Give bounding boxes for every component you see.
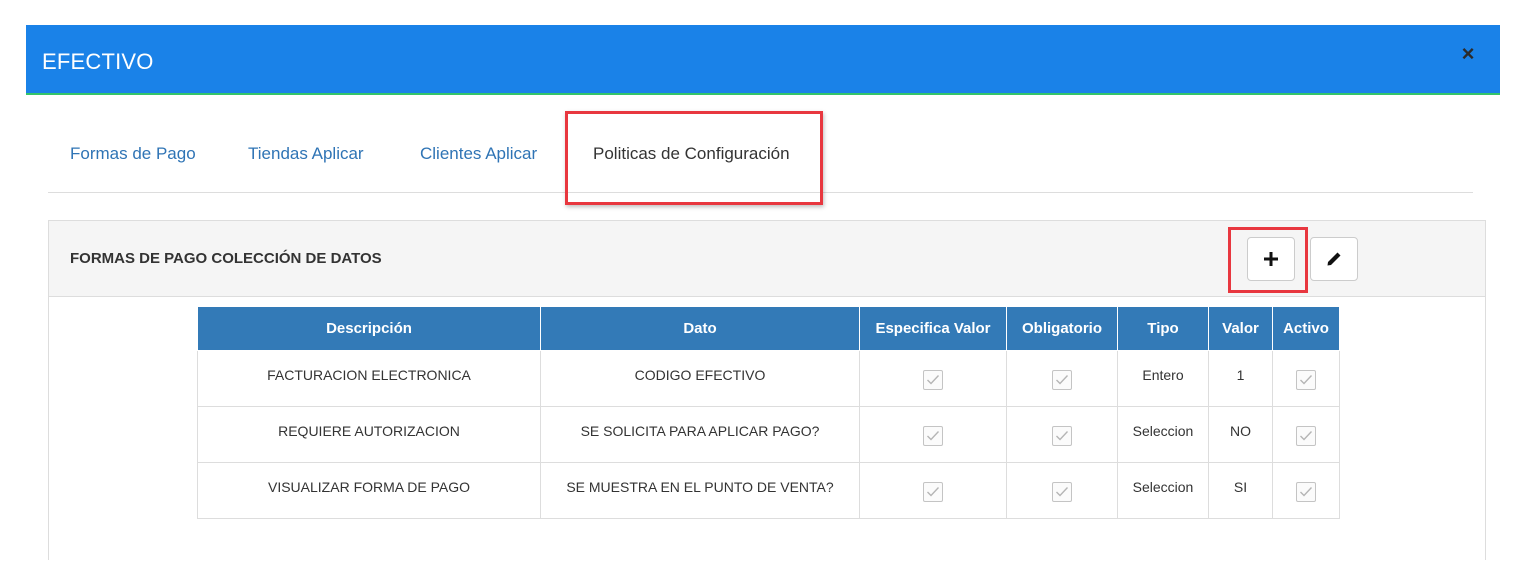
activo-cell [1272,406,1340,463]
table-row: FACTURACION ELECTRONICA CODIGO EFECTIVO En… [197,350,1340,407]
activo-checkbox[interactable] [1296,482,1316,502]
panel-title: FORMAS DE PAGO COLECCIÓN DE DATOS [70,250,382,267]
obligatorio-cell [1006,406,1118,463]
column-header: Descripción [197,306,541,351]
descripcion-text: VISUALIZAR FORMA DE PAGO [267,479,470,495]
especifica-valor-cell [859,350,1007,407]
tipo-text: Seleccion [1132,423,1194,439]
valor-text: SI [1233,479,1248,495]
column-header: Obligatorio [1006,306,1118,351]
tab-tiendas-aplicar[interactable]: Tiendas Aplicar [248,144,364,164]
column-header: Tipo [1117,306,1209,351]
tipo-text: Seleccion [1132,479,1194,495]
valor-cell: 1 [1208,350,1273,407]
tab-clientes-aplicar[interactable]: Clientes Aplicar [420,144,537,164]
dato-text: SE MUESTRA EN EL PUNTO DE VENTA? [566,479,834,495]
descripcion-text: FACTURACION ELECTRONICA [267,367,471,383]
tipo-text: Entero [1142,367,1184,383]
tab-formas-de-pago[interactable]: Formas de Pago [70,144,196,164]
obligatorio-cell [1006,350,1118,407]
table-row: VISUALIZAR FORMA DE PAGO SE MUESTRA EN EL… [197,462,1340,519]
especifica-valor-checkbox[interactable] [923,370,943,390]
tipo-cell: Seleccion [1117,406,1209,463]
valor-cell: SI [1208,462,1273,519]
dato-text: SE SOLICITA PARA APLICAR PAGO? [580,423,820,439]
activo-cell [1272,462,1340,519]
tipo-cell: Entero [1117,350,1209,407]
column-header: Especifica Valor [859,306,1007,351]
obligatorio-checkbox[interactable] [1052,370,1072,390]
column-header: Dato [540,306,860,351]
descripcion-cell: REQUIERE AUTORIZACION [197,406,541,463]
pencil-icon [1327,252,1341,266]
descripcion-text: REQUIERE AUTORIZACION [278,423,460,439]
valor-text: 1 [1236,367,1245,383]
valor-cell: NO [1208,406,1273,463]
especifica-valor-cell [859,462,1007,519]
dato-cell: CODIGO EFECTIVO [540,350,860,407]
dato-cell: SE MUESTRA EN EL PUNTO DE VENTA? [540,462,860,519]
edit-button[interactable] [1310,237,1358,281]
descripcion-cell: FACTURACION ELECTRONICA [197,350,541,407]
table-row: REQUIERE AUTORIZACION SE SOLICITA PARA AP… [197,406,1340,463]
tipo-cell: Seleccion [1117,462,1209,519]
valor-text: NO [1230,423,1251,439]
close-icon[interactable]: × [1456,42,1480,66]
column-header: Valor [1208,306,1273,351]
tab-highlight-annotation [565,111,823,205]
add-button[interactable] [1247,237,1295,281]
especifica-valor-cell [859,406,1007,463]
column-header: Activo [1272,306,1340,351]
modal-header: EFECTIVO × [26,25,1500,95]
especifica-valor-checkbox[interactable] [923,426,943,446]
policies-table: Descripción Dato Especifica Valor Obliga… [197,306,1340,519]
activo-checkbox[interactable] [1296,426,1316,446]
obligatorio-checkbox[interactable] [1052,426,1072,446]
dato-cell: SE SOLICITA PARA APLICAR PAGO? [540,406,860,463]
especifica-valor-checkbox[interactable] [923,482,943,502]
obligatorio-cell [1006,462,1118,519]
dato-text: CODIGO EFECTIVO [634,367,766,383]
activo-cell [1272,350,1340,407]
table-header-row: Descripción Dato Especifica Valor Obliga… [197,306,1340,351]
obligatorio-checkbox[interactable] [1052,482,1072,502]
panel-heading: FORMAS DE PAGO COLECCIÓN DE DATOS [49,221,1485,297]
activo-checkbox[interactable] [1296,370,1316,390]
descripcion-cell: VISUALIZAR FORMA DE PAGO [197,462,541,519]
modal-title: EFECTIVO [42,49,154,74]
table-body: FACTURACION ELECTRONICA CODIGO EFECTIVO En… [197,350,1340,519]
plus-icon [1264,252,1278,266]
